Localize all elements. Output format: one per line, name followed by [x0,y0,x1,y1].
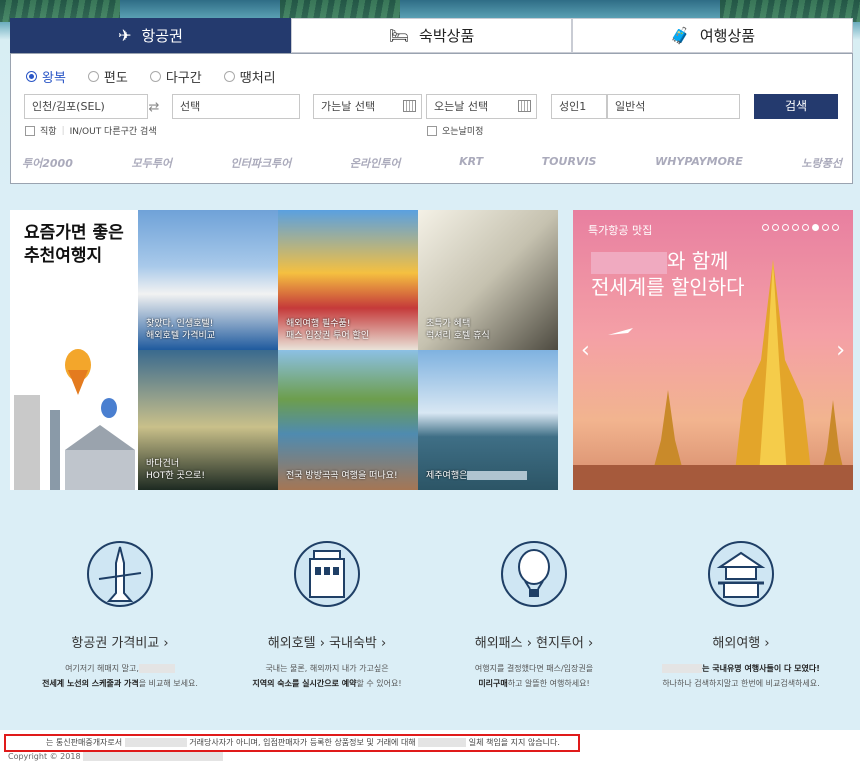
chevron-left-icon[interactable]: ‹ [581,338,590,363]
disclaimer-notice: 는 통신판매중개자로서 거래당사자가 아니며, 입점판매자가 등록한 상품정보 … [4,734,580,752]
partner-logo[interactable]: KRT [459,155,483,171]
service-hotels[interactable]: 해외호텔 › 국내숙박 › 국내는 물론, 해외까지 내가 가고싶은 지역의 숙… [227,520,427,691]
airplane-circle-icon [87,541,153,607]
inout-link[interactable]: IN/OUT 다른구간 검색 [70,124,157,137]
promo-tiles-grid: 찾았다, 인생호텔! 해외호텔 가격비교 해외여행 필수품! 패스 입장권 투어… [138,210,558,490]
search-button[interactable]: 검색 [754,94,838,119]
services-section: 항공권 가격비교 › 여기저기 헤매지 말고, 전세계 노선의 스케줄과 가격을… [0,520,860,700]
tile-caption: 해외여행 필수품! 패스 입장권 투어 할인 [286,319,370,341]
service-desc: 는 국내유명 여행사들이 다 모였다! 하나하나 검색하지말고 한번에 비교검색… [662,664,820,688]
tab-travel-packages[interactable]: 🧳 여행상품 [572,18,853,53]
radio-icon [26,71,37,82]
radio-label: 왕복 [42,71,66,86]
radio-icon [223,71,235,82]
partner-logo[interactable]: WHYPAYMORE [655,155,743,171]
calendar-icon [403,100,416,112]
tab-lodging[interactable]: 🛏 숙박상품 [291,18,572,53]
pagoda-circle-icon [708,541,774,607]
tile-caption: 바다건너 HOT한 곳으로! [146,459,205,481]
checkbox-label: 오는날미정 [442,127,484,137]
service-desc: 국내는 물론, 해외까지 내가 가고싶은 지역의 숙소를 실시간으로 예약할 수… [252,664,402,688]
radio-label: 편도 [103,71,128,86]
service-title[interactable]: 해외여행 › [641,632,841,651]
promo-tile[interactable]: 제주여행은 [418,350,558,490]
luggage-icon: 🧳 [669,26,690,45]
copyright: Copyright © 2018 [8,752,224,761]
service-title[interactable]: 항공권 가격비교 › [20,632,220,651]
partner-logo[interactable]: TOURVIS [542,155,597,171]
checkbox-icon [25,125,35,136]
depart-date-field[interactable]: 가는날 선택 [313,94,422,119]
return-date-field[interactable]: 오는날 선택 [426,94,537,119]
cheap-flights-banner[interactable]: 특가항공 맛집 와 함께 전세계를 할인하다 ‹ › [573,210,853,490]
service-title[interactable]: 해외패스 › 현지투어 › [434,632,634,651]
swap-icon[interactable]: ⇄ [142,95,166,120]
trip-type-roundtrip[interactable]: 왕복 [26,67,66,86]
trip-type-multicity[interactable]: 다구간 [149,67,202,86]
promo-tile[interactable]: 바다건너 HOT한 곳으로! [138,350,278,490]
service-title[interactable]: 해외호텔 › 국내숙박 › [227,632,427,651]
promo-tile[interactable]: 찾았다, 인생호텔! 해외호텔 가격비교 [138,210,278,350]
direct-flight-checkbox[interactable]: 직항 | IN/OUT 다른구간 검색 [25,124,157,137]
partner-logo[interactable]: 인터파크투어 [231,155,292,171]
promo-tile[interactable]: 전국 방방곡곡 여행을 떠나요! [278,350,418,490]
hotel-circle-icon [294,541,360,607]
radio-icon [149,71,161,82]
tile-caption: 초특가 혜택 럭셔리 호텔 휴식 [426,319,490,341]
origin-field[interactable]: 인천/김포(SEL) [24,94,148,119]
tile-caption: 찾았다, 인생호텔! 해외호텔 가격비교 [146,319,216,341]
temple-illustration [573,260,853,490]
product-tabs: ✈ 항공권 🛏 숙박상품 🧳 여행상품 [10,18,853,53]
tile-caption: 제주여행은 [426,470,528,482]
landmarks-illustration [14,349,135,490]
recommended-destinations-card[interactable]: 요즘가면 좋은 추천여행지 [10,210,138,490]
promo-tile[interactable]: 초특가 혜택 럭셔리 호텔 휴식 [418,210,558,350]
tab-label: 숙박상품 [419,27,475,45]
partner-logo[interactable]: 투어2000 [22,155,73,171]
checkbox-label: 직항 [40,127,57,137]
checkbox-icon [427,125,437,136]
tab-label: 여행상품 [699,27,756,45]
return-undecided-checkbox[interactable]: 오는날미정 [427,124,483,137]
tab-flights[interactable]: ✈ 항공권 [10,18,291,53]
depart-date-value: 가는날 선택 [321,100,376,113]
cabin-field[interactable]: 일반석 [607,94,740,119]
divider: | [61,125,65,136]
service-flights[interactable]: 항공권 가격비교 › 여기저기 헤매지 말고, 전세계 노선의 스케줄과 가격을… [20,520,220,691]
chevron-right-icon[interactable]: › [836,338,845,363]
trip-type-lastminute[interactable]: 땡처리 [223,67,276,86]
partner-logos: 투어2000 모두투어 인터파크투어 온라인투어 KRT TOURVIS WHY… [22,155,842,171]
trip-type-group: 왕복 편도 다구간 땡처리 [26,67,276,86]
car-bed-icon: 🛏 [388,26,410,45]
tile-caption: 전국 방방곡곡 여행을 떠나요! [286,471,398,481]
airplane-icon: ✈ [118,26,132,45]
partner-logo[interactable]: 노랑풍선 [802,155,842,171]
tab-label: 항공권 [141,27,183,45]
radio-label: 땡처리 [239,71,276,86]
service-passes[interactable]: 해외패스 › 현지투어 › 여행지를 결정했다면 패스/입장권을 미리구매하고 … [434,520,634,691]
partner-logo[interactable]: 모두투어 [131,155,171,171]
service-packages[interactable]: 해외여행 › 는 국내유명 여행사들이 다 모였다! 하나하나 검색하지말고 한… [641,520,841,691]
promo-tile[interactable]: 해외여행 필수품! 패스 입장권 투어 할인 [278,210,418,350]
radio-label: 다구간 [165,71,202,86]
passenger-field[interactable]: 성인1 [551,94,607,119]
balloon-circle-icon [501,541,567,607]
destination-field[interactable]: 선택 [172,94,300,119]
radio-icon [87,71,99,82]
return-date-value: 오는날 선택 [434,100,489,113]
footer: 는 통신판매중개자로서 거래당사자가 아니며, 입점판매자가 등록한 상품정보 … [0,730,860,775]
calendar-icon [518,100,531,112]
service-desc: 여기저기 헤매지 말고, 전세계 노선의 스케줄과 가격을 비교해 보세요. [42,664,198,688]
partner-logo[interactable]: 온라인투어 [350,155,401,171]
trip-type-oneway[interactable]: 편도 [87,67,128,86]
service-desc: 여행지를 결정했다면 패스/입장권을 미리구매하고 알뜰한 여행하세요! [474,664,594,688]
